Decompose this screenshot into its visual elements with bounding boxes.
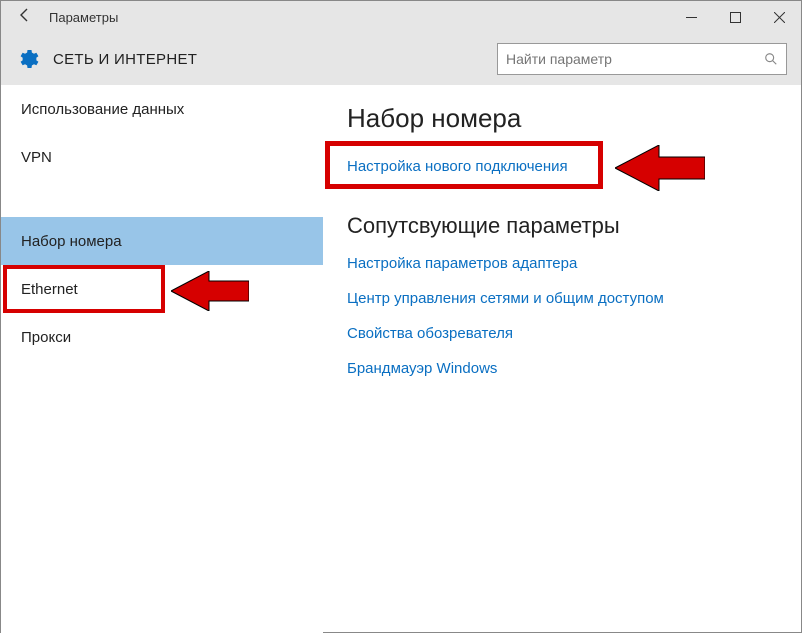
body: Использование данных VPN Набор номера Et… [1,85,801,634]
search-input[interactable] [506,51,764,67]
gear-icon [15,47,39,71]
related-heading: Сопутсвующие параметры [347,213,777,239]
title-bar: Параметры [1,1,801,33]
link-new-connection[interactable]: Настройка нового подключения [347,158,568,175]
sidebar-item-proxy[interactable]: Прокси [1,313,323,361]
main-content: Набор номера Настройка нового подключени… [323,85,801,634]
sidebar-item-label: Использование данных [21,101,184,118]
sidebar-item-vpn[interactable]: VPN [1,133,323,181]
annotation-arrow-icon [615,145,705,191]
minimize-button[interactable] [669,1,713,33]
link-adapter-settings[interactable]: Настройка параметров адаптера [347,255,577,272]
sidebar-item-label: VPN [21,149,52,166]
sidebar-item-label: Прокси [21,329,71,346]
window-title: Параметры [41,10,669,25]
link-browser-properties[interactable]: Свойства обозревателя [347,325,513,342]
link-firewall[interactable]: Брандмауэр Windows [347,360,497,377]
sidebar-item-label: Набор номера [21,233,122,250]
search-box[interactable] [497,43,787,75]
sidebar-item-dialup[interactable]: Набор номера [1,217,323,265]
header: СЕТЬ И ИНТЕРНЕТ [1,33,801,85]
window-controls [669,1,801,33]
maximize-button[interactable] [713,1,757,33]
link-network-center[interactable]: Центр управления сетями и общим доступом [347,290,664,307]
sidebar-item-data-usage[interactable]: Использование данных [1,85,323,133]
close-button[interactable] [757,1,801,33]
page-heading: СЕТЬ И ИНТЕРНЕТ [53,51,497,68]
search-icon [764,52,778,66]
main-heading: Набор номера [347,103,777,134]
sidebar-item-label: Ethernet [21,281,78,298]
sidebar-item-ethernet[interactable]: Ethernet [1,265,323,313]
back-button[interactable] [9,7,41,28]
sidebar: Использование данных VPN Набор номера Et… [1,85,323,634]
